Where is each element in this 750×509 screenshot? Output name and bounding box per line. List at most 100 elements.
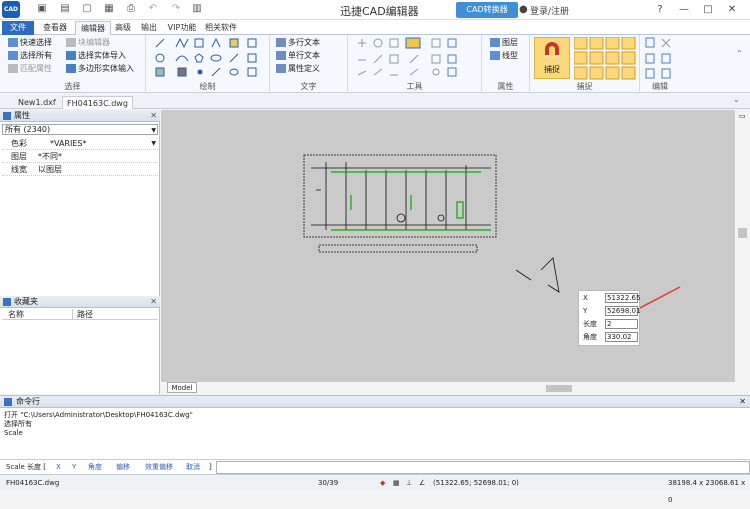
ortho-status-icon[interactable]: ⊥ (406, 475, 412, 492)
y-value-field[interactable]: 52698.01 (605, 306, 640, 316)
property-row-layer[interactable]: 图层 *不同* (2, 150, 158, 163)
single-line-text-button[interactable]: 单行文本 (276, 50, 320, 61)
status-drawing-size: 38198.4 x 23068.61 x 0 (668, 479, 746, 504)
draw-tools (155, 37, 257, 77)
cad-converter-button[interactable]: CAD转换器 (456, 2, 518, 18)
snap-parallel-icon[interactable] (621, 66, 636, 80)
snap-nearest-icon[interactable] (589, 66, 604, 80)
match-properties-button[interactable]: 匹配属性 (8, 63, 52, 74)
chevron-down-icon[interactable]: ▼ (151, 137, 156, 150)
save-icon[interactable]: ▣ (36, 3, 48, 15)
print-preview-icon[interactable]: ▥ (191, 3, 203, 15)
option-y[interactable]: Y (72, 460, 76, 474)
save-as-icon[interactable]: ▦ (103, 3, 115, 15)
doc-list-icon[interactable]: ⌄ (733, 95, 740, 104)
drawing-canvas[interactable] (161, 110, 734, 382)
print-icon[interactable]: ⎙ (125, 3, 137, 15)
angle-value-field[interactable]: 330.02 (605, 332, 638, 342)
open-icon[interactable]: ▤ (59, 3, 71, 15)
selection-filter-select[interactable]: 所有 (2340) ▼ (2, 124, 158, 135)
property-row-lineweight[interactable]: 线宽 以图层 (2, 163, 158, 176)
paste-block-icon[interactable] (661, 53, 671, 64)
spline-tool-icon (175, 55, 189, 62)
hatch-tool-icon (155, 67, 165, 77)
polygon-icon (66, 64, 76, 73)
minimize-icon[interactable]: — (676, 2, 692, 18)
snap-intersection-icon[interactable] (589, 51, 604, 65)
snap-apparent-icon[interactable] (605, 66, 620, 80)
polar-status-icon[interactable]: ∠ (419, 475, 425, 492)
new-icon[interactable]: ▢ (81, 3, 93, 15)
brush-icon (8, 64, 18, 73)
panel-close-icon[interactable]: ✕ (739, 396, 746, 408)
scrollbar-thumb[interactable] (546, 385, 572, 392)
vertical-scrollbar[interactable]: ▭ (734, 110, 750, 382)
snap-insertion-icon[interactable] (605, 51, 620, 65)
scrollbar-thumb[interactable] (738, 228, 747, 238)
help-icon[interactable]: ? (652, 2, 668, 18)
snap-quadrant-icon[interactable] (574, 51, 588, 65)
tab-file[interactable]: 文件 (2, 21, 34, 35)
mirror-icon (373, 54, 383, 64)
tab-related[interactable]: 相关软件 (203, 21, 239, 35)
app-logo: CAD (2, 1, 20, 18)
select-group: 快速选择 选择所有 匹配属性 块编辑器 选择实体导入 多边形实体输入 选择 (0, 35, 146, 93)
restore-window-icon[interactable]: ▭ (739, 112, 746, 120)
grid-status-icon[interactable]: ▦ (393, 475, 400, 492)
panel-close-icon[interactable]: ✕ (150, 110, 157, 122)
model-tab[interactable]: Model (167, 382, 197, 393)
undo-icon[interactable]: ↶ (147, 3, 159, 15)
status-bar: FH04163C.dwg 30/39 ◆ ▦ ⊥ ∠ (51322.65; 52… (0, 474, 750, 504)
multiline-text-button[interactable]: 多行文本 (276, 37, 320, 48)
tip-y-row: Y 52698.01 (583, 306, 641, 316)
redo-icon[interactable]: ↷ (170, 3, 182, 15)
snap-tangent-icon[interactable] (574, 66, 588, 80)
login-link[interactable]: 登录/注册 (530, 4, 569, 17)
delete-icon[interactable] (661, 68, 671, 79)
tip-angle-row: 角度 330.02 (581, 332, 639, 343)
attribute-icon (276, 64, 286, 73)
paste-icon[interactable] (645, 53, 655, 64)
tab-editor[interactable]: 编辑器 (75, 21, 111, 35)
snap-midpoint-icon[interactable] (589, 37, 604, 50)
panel-close-icon[interactable]: ✕ (150, 296, 157, 308)
snap-node-icon[interactable] (621, 37, 636, 50)
option-x[interactable]: X (56, 460, 61, 474)
draw-group: 绘制 (146, 35, 270, 93)
tab-vip[interactable]: VIP功能 (165, 21, 199, 35)
snap-status-icon[interactable]: ◆ (380, 475, 385, 492)
copy-clipboard-icon[interactable] (645, 37, 655, 48)
polygon-entity-input-button[interactable]: 多边形实体输入 (66, 63, 134, 74)
cloud-tool-icon (229, 68, 239, 76)
doc-tab-new1[interactable]: New1.dxf (14, 96, 60, 109)
quick-select-button[interactable]: 快速选择 (8, 37, 52, 48)
snap-perpendicular-icon[interactable] (621, 51, 636, 65)
horizontal-scrollbar[interactable]: Model (161, 382, 750, 394)
maximize-icon[interactable]: □ (700, 2, 716, 18)
snap-button[interactable]: 捕捉 (534, 37, 570, 79)
snap-center-icon[interactable] (605, 37, 620, 50)
layers-button[interactable]: 图层 (490, 37, 518, 48)
copy-base-icon[interactable] (645, 68, 655, 79)
option-repeat-offset[interactable]: 效重偏移 (145, 460, 173, 474)
collapse-ribbon-icon[interactable]: ⌃ (736, 49, 743, 58)
snap-endpoint-icon[interactable] (574, 37, 588, 50)
option-cancel[interactable]: 取消 (186, 460, 200, 474)
doc-tab-fh04163c[interactable]: FH04163C.dwg (62, 96, 133, 109)
select-entity-import-button[interactable]: 选择实体导入 (66, 50, 126, 61)
close-icon[interactable]: ✕ (724, 2, 740, 18)
linetype-button[interactable]: 线型 (490, 50, 518, 61)
tab-viewer[interactable]: 查看器 (38, 21, 72, 35)
tab-output[interactable]: 输出 (138, 21, 160, 35)
property-row-color[interactable]: 色彩 *VARIES* ▼ (2, 137, 158, 150)
attribute-definition-button[interactable]: 属性定义 (276, 63, 320, 74)
option-angle[interactable]: 角度 (88, 460, 102, 474)
cut-icon[interactable] (661, 38, 671, 48)
x-value-field[interactable]: 51322.65 (605, 293, 640, 303)
select-all-button[interactable]: 选择所有 (8, 50, 52, 61)
length-input[interactable]: 2 (605, 319, 638, 329)
tab-advanced[interactable]: 高级 (113, 21, 133, 35)
block-editor-button[interactable]: 块编辑器 (66, 37, 110, 48)
command-input[interactable] (216, 461, 750, 474)
option-offset[interactable]: 偏移 (116, 460, 130, 474)
